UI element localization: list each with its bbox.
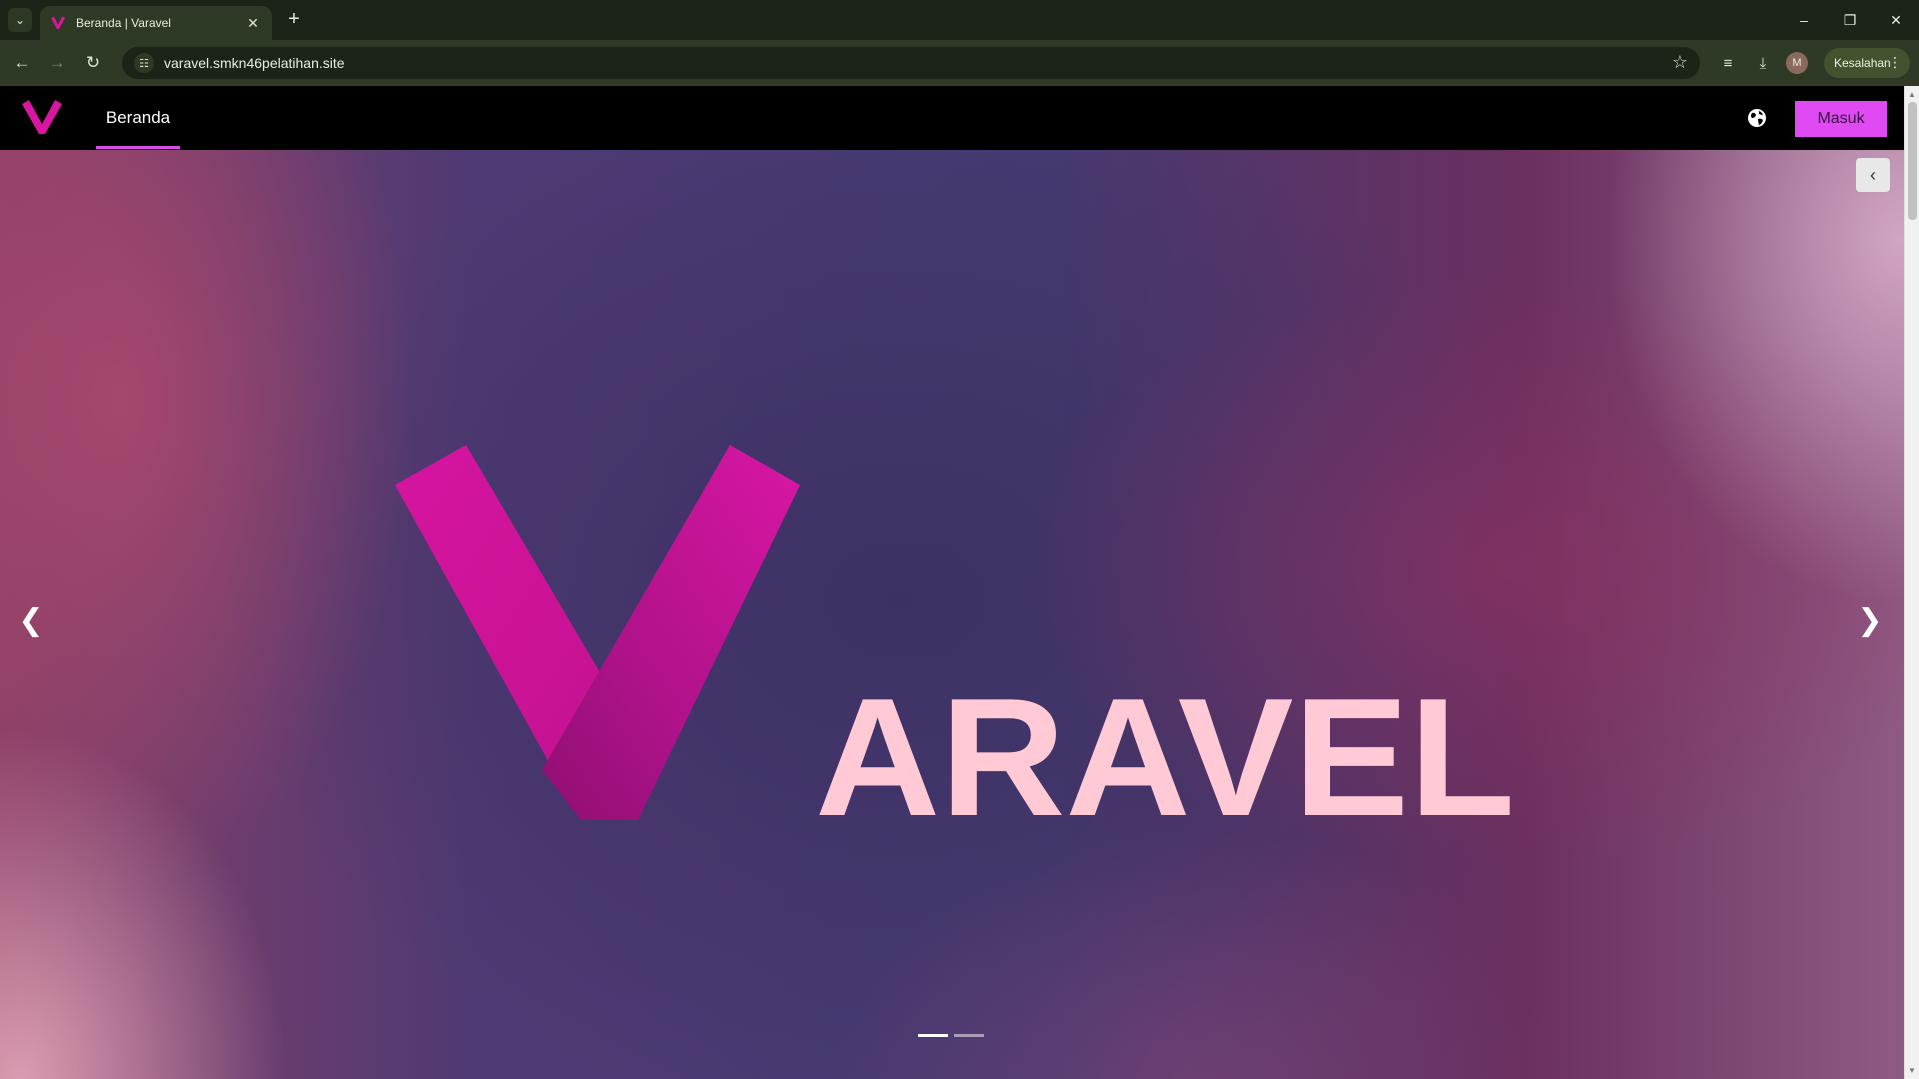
hero-carousel: ARAVEL ❮ ❯ ‹ [0,150,1904,1079]
kebab-menu-icon: ⋮ [1888,54,1902,70]
error-chip-button[interactable]: Kesalahan ⋮ [1824,48,1910,78]
arrow-right-icon: → [48,53,66,72]
login-button[interactable]: Masuk [1795,101,1887,137]
plus-icon: + [288,8,300,30]
close-icon[interactable]: ✕ [244,15,262,32]
nav-link-beranda[interactable]: Beranda [96,86,180,150]
url-text: varavel.smkn46pelatihan.site [164,55,345,71]
varavel-logo-icon[interactable] [20,98,64,136]
address-bar[interactable]: ☷ varavel.smkn46pelatihan.site ☆ [122,47,1700,79]
error-chip-label: Kesalahan [1834,56,1891,70]
back-button[interactable]: ← [8,49,36,77]
new-tab-button[interactable]: + [282,8,306,32]
chevron-down-icon: ⌄ [14,13,26,27]
chevron-left-icon: ❮ [18,603,44,637]
chevron-right-icon: ❯ [1857,603,1883,637]
scroll-thumb[interactable] [1908,102,1917,220]
hero-wordmark: ARAVEL [815,663,1515,830]
browser-tab-strip: ⌄ Beranda | Varavel ✕ + – ❐ ✕ [0,0,1919,40]
active-nav-indicator [96,146,180,149]
download-icon[interactable]: ⤓ [1750,50,1776,76]
site-navbar: Beranda Masuk [0,86,1904,150]
site-info-icon[interactable]: ☷ [134,53,154,73]
forward-button[interactable]: → [43,49,71,77]
media-control-icon[interactable]: ≡ [1715,50,1741,76]
page-viewport: Beranda Masuk ARAVEL ❮ ❯ ‹ ▲ ▼ [0,86,1919,1079]
window-close-button[interactable]: ✕ [1873,6,1919,34]
chevron-left-icon: ‹ [1870,164,1876,185]
profile-initial: M [1792,57,1802,69]
reload-button[interactable]: ↻ [79,49,107,77]
minimize-button[interactable]: – [1781,6,1827,34]
nav-link-label: Beranda [105,108,171,127]
restore-button[interactable]: ❐ [1827,6,1873,34]
profile-avatar[interactable]: M [1786,52,1808,74]
varavel-favicon-icon [51,16,65,29]
scroll-down-icon[interactable]: ▼ [1908,1066,1916,1075]
browser-toolbar: ← → ↻ ☷ varavel.smkn46pelatihan.site ☆ ≡… [0,40,1919,86]
varavel-hero-logo: ARAVEL [395,445,1515,830]
side-panel-toggle-button[interactable]: ‹ [1856,158,1890,192]
tab-title: Beranda | Varavel [76,16,171,30]
carousel-indicator-1[interactable] [918,1034,948,1037]
carousel-next-button[interactable]: ❯ [1855,600,1885,640]
logo-v-right-stroke [542,445,800,820]
tab-search-button[interactable]: ⌄ [8,8,32,32]
carousel-prev-button[interactable]: ❮ [16,600,46,640]
scroll-up-icon[interactable]: ▲ [1908,90,1916,99]
globe-icon[interactable] [1746,107,1768,129]
carousel-indicators [918,1034,984,1037]
page-scrollbar[interactable]: ▲ ▼ [1904,86,1919,1079]
reload-icon: ↻ [85,53,101,72]
star-icon[interactable]: ☆ [1672,52,1688,73]
browser-tab[interactable]: Beranda | Varavel ✕ [40,6,272,40]
carousel-indicator-2[interactable] [954,1034,984,1037]
arrow-left-icon: ← [13,53,31,72]
